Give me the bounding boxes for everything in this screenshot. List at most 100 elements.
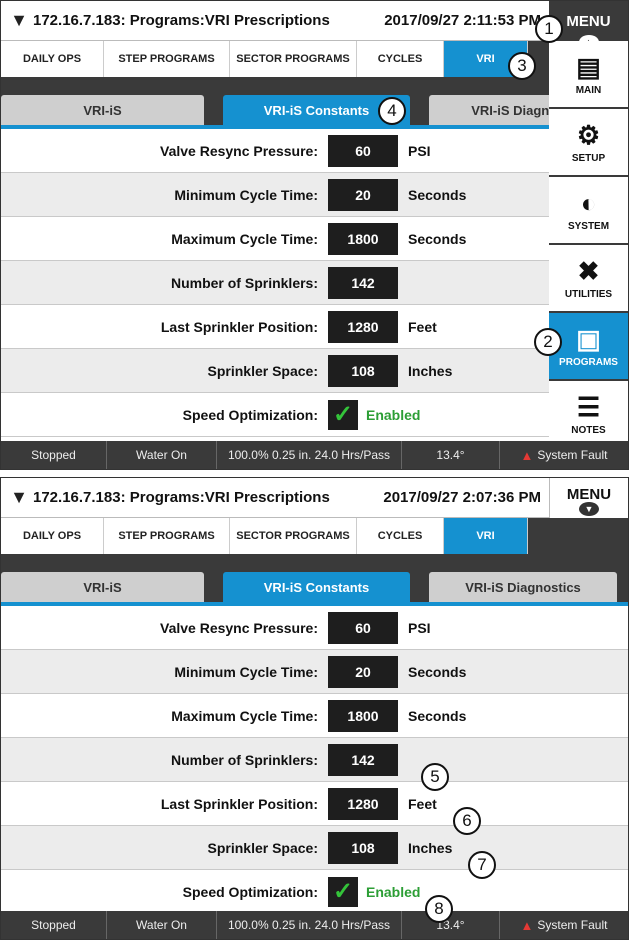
num-sprinklers-input[interactable]: 142	[328, 743, 398, 776]
callout-marker: 6	[453, 807, 481, 835]
tab-step-programs[interactable]: STEP PROGRAMS	[104, 518, 230, 554]
status-water: Water On	[107, 441, 217, 469]
subtab-vri-is-constants[interactable]: VRI-iS Constants	[223, 572, 410, 603]
screen-panel-bottom: ▼ 172.16.7.183: Programs:VRI Prescriptio…	[0, 477, 629, 940]
field-unit: Feet	[408, 318, 437, 335]
field-label: Maximum Cycle Time:	[171, 707, 318, 724]
last-sprinkler-position-input[interactable]: 1280	[328, 787, 398, 820]
row-speed-optimization: Speed Optimization: ✓ Enabled	[1, 393, 551, 437]
sprinkler-space-input[interactable]: 108	[328, 354, 398, 387]
row-sprinkler-space: Sprinkler Space: 108 Inches	[1, 826, 628, 870]
speed-optimization-state: Enabled	[366, 883, 421, 900]
page-title: 172.16.7.183: Programs:VRI Prescriptions	[33, 12, 330, 29]
field-label: Valve Resync Pressure:	[160, 619, 318, 636]
chevron-down-icon: ▼	[579, 502, 599, 516]
row-num-sprinklers: Number of Sprinklers: 142	[1, 261, 551, 305]
row-sprinkler-space: Sprinkler Space: 108 Inches	[1, 349, 551, 393]
notes-icon: ☰	[576, 392, 601, 422]
sidebar-item-label: SETUP	[571, 153, 606, 164]
row-last-sprinkler-position: Last Sprinkler Position: 1280 Feet	[1, 782, 628, 826]
clock: 2017/09/27 2:11:53 PM	[384, 12, 541, 29]
callout-marker: 5	[421, 763, 449, 791]
valve-resync-pressure-input[interactable]: 60	[328, 611, 398, 644]
pivot-logo-icon: ▼	[10, 487, 28, 507]
page-title: 172.16.7.183: Programs:VRI Prescriptions	[33, 489, 330, 506]
subtab-vri-is-diagnostics[interactable]: VRI-iS Diagnostics	[429, 95, 551, 126]
sidebar-item-label: NOTES	[571, 425, 606, 436]
clock: 2017/09/27 2:07:36 PM	[383, 489, 541, 506]
top-nav: DAILY OPS STEP PROGRAMS SECTOR PROGRAMS …	[1, 518, 628, 554]
menu-button[interactable]: MENU ▼	[549, 478, 628, 518]
status-state: Stopped	[1, 441, 107, 469]
status-water: Water On	[107, 911, 217, 939]
field-unit: PSI	[408, 619, 431, 636]
field-unit: PSI	[408, 142, 431, 159]
field-unit: Inches	[408, 839, 453, 856]
status-fault[interactable]: ▲ System Fault	[500, 911, 628, 939]
last-sprinkler-position-input[interactable]: 1280	[328, 310, 398, 343]
warning-triangle-icon: ▲	[520, 447, 534, 463]
row-valve-resync-pressure: Valve Resync Pressure: 60 PSI	[1, 606, 628, 650]
pivot-logo-icon: ▼	[10, 10, 28, 30]
status-fault-label: System Fault	[537, 918, 608, 932]
field-unit: Seconds	[408, 663, 467, 680]
field-label: Sprinkler Space:	[207, 839, 319, 856]
field-label: Maximum Cycle Time:	[171, 230, 318, 247]
callout-marker: 3	[508, 52, 536, 80]
system-gauge-icon: ◐	[580, 188, 597, 218]
status-rate: 100.0% 0.25 in. 24.0 Hrs/Pass	[217, 911, 402, 939]
checkmark-icon[interactable]: ✓	[328, 876, 358, 907]
min-cycle-time-input[interactable]: 20	[328, 655, 398, 688]
field-label: Last Sprinkler Position:	[160, 318, 318, 335]
callout-marker: 8	[425, 895, 453, 923]
top-nav: DAILY OPS STEP PROGRAMS SECTOR PROGRAMS …	[1, 41, 551, 77]
sidebar-item-main[interactable]: ▤ MAIN	[549, 41, 628, 109]
warning-triangle-icon: ▲	[520, 917, 534, 933]
sidebar-item-label: UTILITIES	[564, 289, 613, 300]
subtab-vri-is[interactable]: VRI-iS	[1, 95, 204, 126]
sidebar-item-utilities[interactable]: ✖ UTILITIES	[549, 245, 628, 313]
tab-sector-programs[interactable]: SECTOR PROGRAMS	[230, 518, 357, 554]
subtab-vri-is[interactable]: VRI-iS	[1, 572, 204, 603]
field-unit: Feet	[408, 795, 437, 812]
tab-daily-ops[interactable]: DAILY OPS	[1, 41, 104, 77]
menu-label: MENU	[566, 485, 612, 503]
sprinkler-space-input[interactable]: 108	[328, 831, 398, 864]
tab-sector-programs[interactable]: SECTOR PROGRAMS	[230, 41, 357, 77]
max-cycle-time-input[interactable]: 1800	[328, 699, 398, 732]
tools-icon: ✖	[577, 256, 600, 286]
checkmark-icon[interactable]: ✓	[328, 399, 358, 430]
tab-vri[interactable]: VRI	[444, 518, 528, 554]
num-sprinklers-input[interactable]: 142	[328, 266, 398, 299]
tab-step-programs[interactable]: STEP PROGRAMS	[104, 41, 230, 77]
row-speed-optimization: Speed Optimization: ✓ Enabled	[1, 870, 628, 914]
field-label: Minimum Cycle Time:	[174, 186, 318, 203]
row-max-cycle-time: Maximum Cycle Time: 1800 Seconds	[1, 694, 628, 738]
sidebar-item-system[interactable]: ◐ SYSTEM	[549, 177, 628, 245]
status-fault[interactable]: ▲ System Fault	[500, 441, 628, 469]
tab-cycles[interactable]: CYCLES	[357, 518, 444, 554]
valve-resync-pressure-input[interactable]: 60	[328, 134, 398, 167]
callout-marker: 1	[535, 15, 563, 43]
gear-icon: ⚙	[576, 120, 601, 150]
callout-marker: 2	[534, 328, 562, 356]
tab-cycles[interactable]: CYCLES	[357, 41, 444, 77]
max-cycle-time-input[interactable]: 1800	[328, 222, 398, 255]
field-unit: Inches	[408, 362, 453, 379]
sidebar-item-notes[interactable]: ☰ NOTES	[549, 381, 628, 449]
status-bar: Stopped Water On 100.0% 0.25 in. 24.0 Hr…	[1, 911, 628, 939]
subtab-vri-is-diagnostics[interactable]: VRI-iS Diagnostics	[429, 572, 617, 603]
row-valve-resync-pressure: Valve Resync Pressure: 60 PSI	[1, 129, 551, 173]
tab-daily-ops[interactable]: DAILY OPS	[1, 518, 104, 554]
speed-optimization-state: Enabled	[366, 406, 421, 423]
title-bar: ▼ 172.16.7.183: Programs:VRI Prescriptio…	[1, 478, 551, 518]
min-cycle-time-input[interactable]: 20	[328, 178, 398, 211]
sidebar-item-label: SYSTEM	[567, 221, 610, 232]
row-last-sprinkler-position: Last Sprinkler Position: 1280 Feet	[1, 305, 551, 349]
field-label: Number of Sprinklers:	[170, 751, 318, 768]
status-state: Stopped	[1, 911, 107, 939]
sub-tabs: VRI-iS VRI-iS Constants VRI-iS Diagnosti…	[1, 77, 551, 129]
sidebar-item-setup[interactable]: ⚙ SETUP	[549, 109, 628, 177]
row-num-sprinklers: Number of Sprinklers: 142	[1, 738, 628, 782]
sidebar-item-label: MAIN	[575, 85, 602, 96]
